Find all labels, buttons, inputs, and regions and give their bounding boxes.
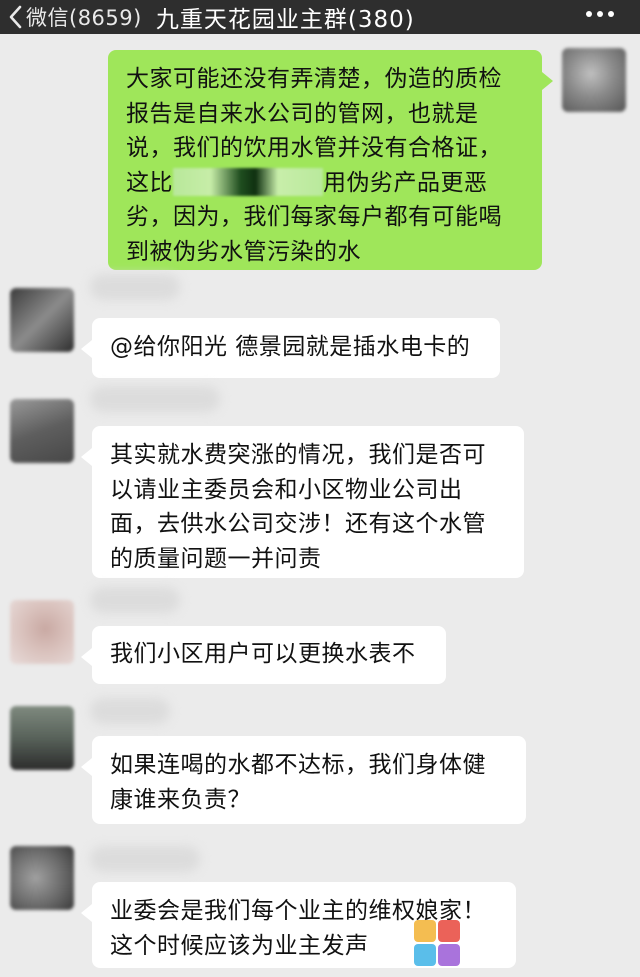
message-line: 到被伪劣水管污染的水 xyxy=(126,238,361,265)
message-line: 报告是自来水公司的管网，也就是 xyxy=(126,100,479,127)
avatar[interactable] xyxy=(562,48,626,112)
message-line: 以请业主委员会和小区物业公司出 xyxy=(110,476,463,503)
more-button[interactable] xyxy=(586,11,614,17)
back-button[interactable]: 微信(8659) xyxy=(0,0,142,34)
message-line: 大家可能还没有弄清楚，伪造的质检 xyxy=(126,66,502,92)
message-bubble[interactable]: @给你阳光 德景园就是插水电卡的 xyxy=(81,318,500,378)
message-bubble-self[interactable]: 大家可能还没有弄清楚，伪造的质检 报告是自来水公司的管网，也就是 说，我们的饮用… xyxy=(108,50,553,270)
avatar[interactable] xyxy=(10,706,74,770)
message-bubble[interactable]: 我们小区用户可以更换水表不 xyxy=(81,626,446,684)
avatar[interactable] xyxy=(10,600,74,664)
avatar[interactable] xyxy=(10,288,74,352)
message-line: 其实就水费突涨的情况，我们是否可 xyxy=(110,442,486,468)
sender-name-blurred xyxy=(90,587,180,613)
message-line: 我们小区用户可以更换水表不 xyxy=(110,641,416,667)
message-line: 的质量问题一并问责 xyxy=(110,545,322,572)
sender-name-blurred xyxy=(90,386,220,412)
message-line: 面，去供水公司交涉！还有这个水管 xyxy=(110,511,486,537)
avatar[interactable] xyxy=(10,399,74,463)
message-line-redacted: 这比 用伪劣产品更恶 xyxy=(126,167,488,196)
message-line: 劣，因为，我们每家每户都有可能喝 xyxy=(126,204,502,230)
message-line: @给你阳光 德景园就是插水电卡的 xyxy=(110,334,471,360)
more-dots-icon xyxy=(586,11,592,17)
message-bubble[interactable]: 其实就水费突涨的情况，我们是否可 以请业主委员会和小区物业公司出 面，去供水公司… xyxy=(81,426,524,578)
sender-name-blurred xyxy=(90,698,170,724)
chat-area[interactable]: 大家可能还没有弄清楚，伪造的质检 报告是自来水公司的管网，也就是 说，我们的饮用… xyxy=(0,34,640,977)
chat-title: 九重天花园业主群(380) xyxy=(155,7,415,33)
sender-name-blurred xyxy=(90,274,180,300)
message-line: 说，我们的饮用水管并没有合格证， xyxy=(126,135,502,161)
avatar[interactable] xyxy=(10,846,74,910)
title-bar: 微信(8659) 九重天花园业主群(380) xyxy=(0,0,640,34)
sender-name-blurred xyxy=(90,846,200,872)
watermark-logo-icon xyxy=(414,920,460,966)
redaction-mosaic xyxy=(173,167,323,196)
back-label: 微信(8659) xyxy=(26,6,142,30)
message-bubble[interactable]: 如果连喝的水都不达标，我们身体健 康谁来负责？ xyxy=(81,736,526,824)
message-line: 康谁来负责？ xyxy=(110,786,251,813)
message-line: 如果连喝的水都不达标，我们身体健 xyxy=(110,752,486,778)
chevron-left-icon xyxy=(9,5,22,29)
